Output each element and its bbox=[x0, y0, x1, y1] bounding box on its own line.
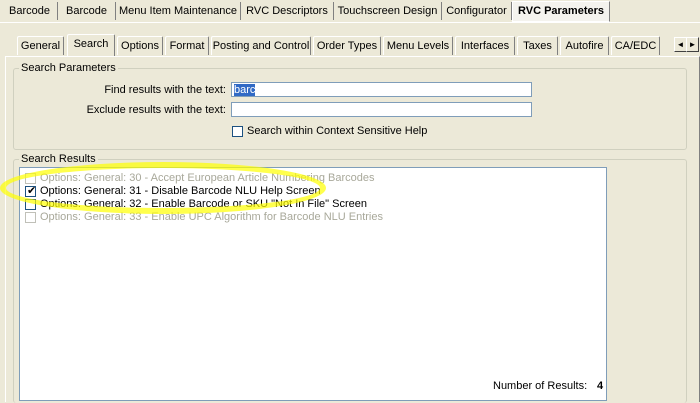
search-results-list[interactable]: Options: General: 30 - Accept European A… bbox=[19, 167, 607, 401]
search-tab-panel: Search Parameters Find results with the … bbox=[5, 56, 700, 403]
doc-tab-barcode-1[interactable]: Barcode bbox=[2, 2, 58, 20]
doc-tab-touchscreen-design[interactable]: Touchscreen Design bbox=[334, 2, 442, 20]
doc-tab-menu-item-maintenance[interactable]: Menu Item Maintenance bbox=[116, 2, 241, 20]
doc-tab-configurator[interactable]: Configurator bbox=[442, 2, 512, 20]
rvc-parameters-tab-strip: General Search Options Format Posting an… bbox=[0, 34, 700, 56]
tab-ca-edc[interactable]: CA/EDC bbox=[611, 36, 660, 55]
doc-tab-barcode-2[interactable]: Barcode bbox=[58, 2, 116, 20]
tab-autofire[interactable]: Autofire bbox=[560, 36, 609, 55]
exclude-label: Exclude results with the text: bbox=[86, 104, 226, 116]
tab-interfaces[interactable]: Interfaces bbox=[455, 36, 515, 55]
tab-scroll-right-button[interactable]: ► bbox=[686, 37, 699, 52]
find-input[interactable]: barc bbox=[231, 82, 532, 97]
find-input-selected-text: barc bbox=[234, 84, 256, 96]
context-help-checkbox[interactable] bbox=[232, 126, 243, 137]
result-label-31: Options: General: 31 - Disable Barcode N… bbox=[40, 185, 321, 197]
results-count-label: Number of Results: bbox=[493, 380, 588, 392]
tab-taxes[interactable]: Taxes bbox=[517, 36, 558, 55]
tab-options[interactable]: Options bbox=[117, 36, 163, 55]
result-label-30: Options: General: 30 - Accept European A… bbox=[40, 172, 375, 184]
result-checkbox-33[interactable] bbox=[25, 212, 36, 223]
tab-order-types[interactable]: Order Types bbox=[313, 36, 381, 55]
doc-tab-rvc-parameters[interactable]: RVC Parameters bbox=[512, 1, 610, 22]
exclude-input[interactable] bbox=[231, 102, 532, 117]
tab-search[interactable]: Search bbox=[67, 34, 115, 56]
tab-format[interactable]: Format bbox=[165, 36, 209, 55]
doc-tab-rvc-descriptors[interactable]: RVC Descriptors bbox=[241, 2, 334, 20]
results-count-value: 4 bbox=[597, 380, 604, 392]
tab-posting-and-control[interactable]: Posting and Control bbox=[211, 36, 311, 55]
result-label-33: Options: General: 33 - Enable UPC Algori… bbox=[40, 211, 383, 223]
search-results-group: Search Results Options: General: 30 - Ac… bbox=[13, 153, 687, 403]
result-checkbox-30[interactable] bbox=[25, 173, 36, 184]
check-mark-icon: ✔ bbox=[27, 185, 37, 197]
search-parameters-title: Search Parameters bbox=[19, 62, 118, 74]
document-tab-bar: Barcode Barcode Menu Item Maintenance RV… bbox=[0, 0, 700, 23]
context-help-label: Search within Context Sensitive Help bbox=[247, 125, 428, 137]
search-parameters-group: Search Parameters Find results with the … bbox=[13, 62, 687, 150]
result-checkbox-31[interactable]: ✔ bbox=[25, 185, 37, 197]
result-checkbox-32[interactable] bbox=[25, 199, 36, 210]
tab-menu-levels[interactable]: Menu Levels bbox=[383, 36, 453, 55]
search-results-title: Search Results bbox=[19, 153, 98, 165]
result-label-32: Options: General: 32 - Enable Barcode or… bbox=[40, 198, 367, 210]
tab-general[interactable]: General bbox=[17, 36, 64, 55]
find-label: Find results with the text: bbox=[104, 84, 226, 96]
